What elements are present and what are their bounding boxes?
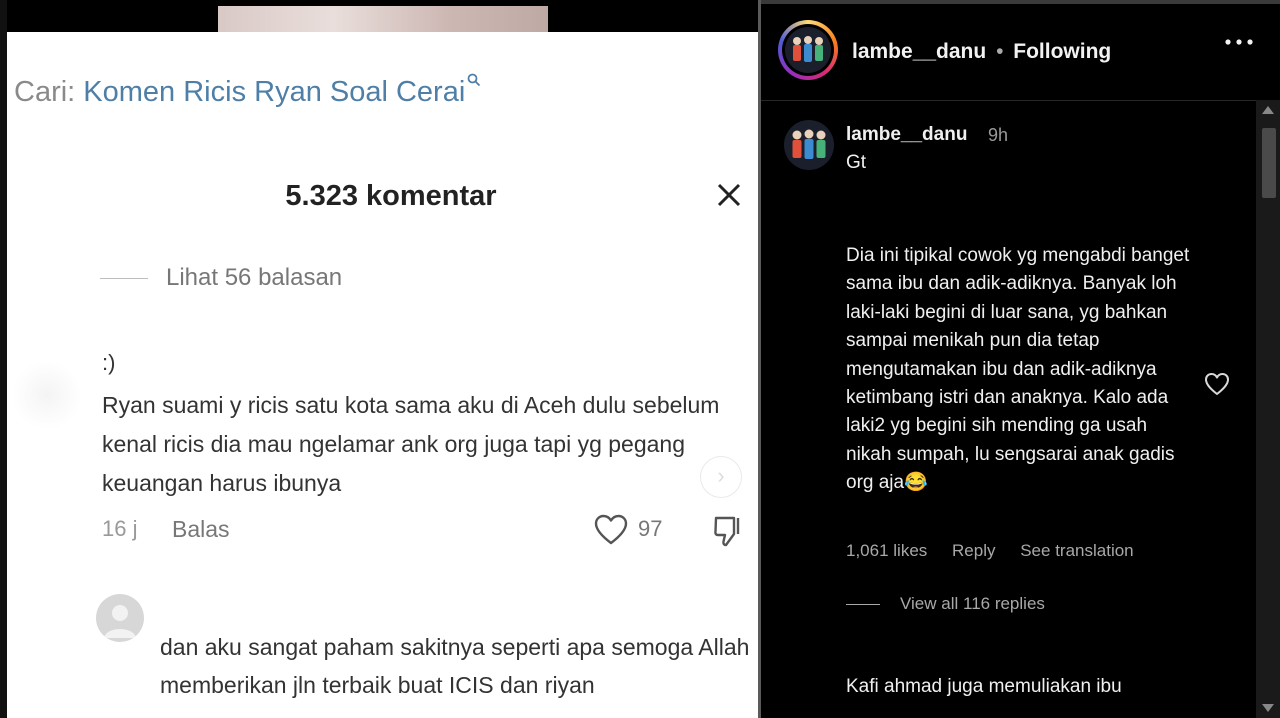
dislike-icon[interactable] [712, 514, 744, 553]
scroll-up-icon[interactable] [1262, 106, 1274, 114]
scroll-down-icon[interactable] [1262, 704, 1274, 712]
search-query[interactable]: Komen Ricis Ryan Soal Cerai [83, 76, 465, 108]
left-edge [0, 0, 7, 718]
profile-avatar[interactable] [778, 20, 838, 80]
caption-text: Gt [846, 152, 867, 173]
more-options-icon[interactable] [1224, 34, 1254, 52]
post-header: lambe__danu • Following [852, 40, 1111, 64]
comment-username[interactable]: :) [102, 350, 115, 376]
comment-likes[interactable]: 1,061 likes [846, 541, 927, 560]
comment-text: dan aku sangat paham sakitnya seperti ap… [160, 634, 750, 698]
reply-button[interactable]: Balas [172, 516, 230, 543]
view-replies-label: View all 116 replies [900, 594, 1045, 613]
profile-username[interactable]: lambe__danu [852, 40, 986, 63]
header-divider [761, 100, 1256, 101]
see-translation-button[interactable]: See translation [1020, 541, 1133, 560]
top-border [758, 0, 1280, 4]
caption-username[interactable]: lambe__danu [846, 124, 967, 146]
chevron-right-icon[interactable]: › [700, 456, 742, 498]
instagram-post-panel: lambe__danu • Following lambe__danu 9h G… [758, 0, 1280, 718]
following-button[interactable]: Following [1013, 40, 1111, 63]
heart-icon[interactable] [1204, 372, 1230, 401]
comment-time: 16 j [102, 516, 138, 541]
close-icon[interactable] [712, 178, 746, 217]
caption-avatar[interactable] [784, 120, 834, 170]
comment-meta: 1,061 likes Reply See translation [846, 541, 1154, 561]
comment-text: Dia ini tipikal cowok yg mengabdi banget… [846, 245, 1190, 494]
search-suggestion[interactable]: Cari: Komen Ricis Ryan Soal Cerai [14, 73, 481, 109]
comment-count-title: 5.323 komentar [285, 180, 497, 212]
video-thumbnail [218, 6, 548, 32]
tiktok-comments-panel: Cari: Komen Ricis Ryan Soal Cerai 5.323 … [0, 0, 758, 718]
avatar[interactable] [96, 594, 144, 642]
divider-line [100, 277, 148, 279]
scrollbar-thumb[interactable] [1262, 128, 1276, 198]
divider-line [846, 603, 880, 605]
video-top-strip [0, 0, 758, 32]
separator: • [996, 40, 1004, 63]
view-replies-link[interactable]: Lihat 56 balasan [100, 264, 342, 292]
view-replies-link[interactable]: View all 116 replies [846, 594, 1045, 614]
like-count: 97 [638, 516, 663, 541]
next-comment-text: Kafi ahmad juga memuliakan ibu [846, 676, 1122, 697]
heart-icon[interactable] [594, 514, 628, 551]
caption-username-text[interactable]: lambe__danu [846, 124, 967, 145]
comment-text: Ryan suami y ricis satu kota sama aku di… [102, 392, 720, 496]
view-replies-label: Lihat 56 balasan [166, 264, 343, 291]
search-prefix: Cari: [14, 76, 76, 108]
avatar[interactable] [12, 360, 82, 430]
scrollbar[interactable] [1256, 100, 1280, 718]
reply-button[interactable]: Reply [952, 541, 995, 560]
panel-border [758, 0, 761, 718]
caption-time: 9h [988, 125, 1009, 145]
search-icon[interactable] [467, 62, 481, 94]
avatar-image [785, 27, 831, 73]
